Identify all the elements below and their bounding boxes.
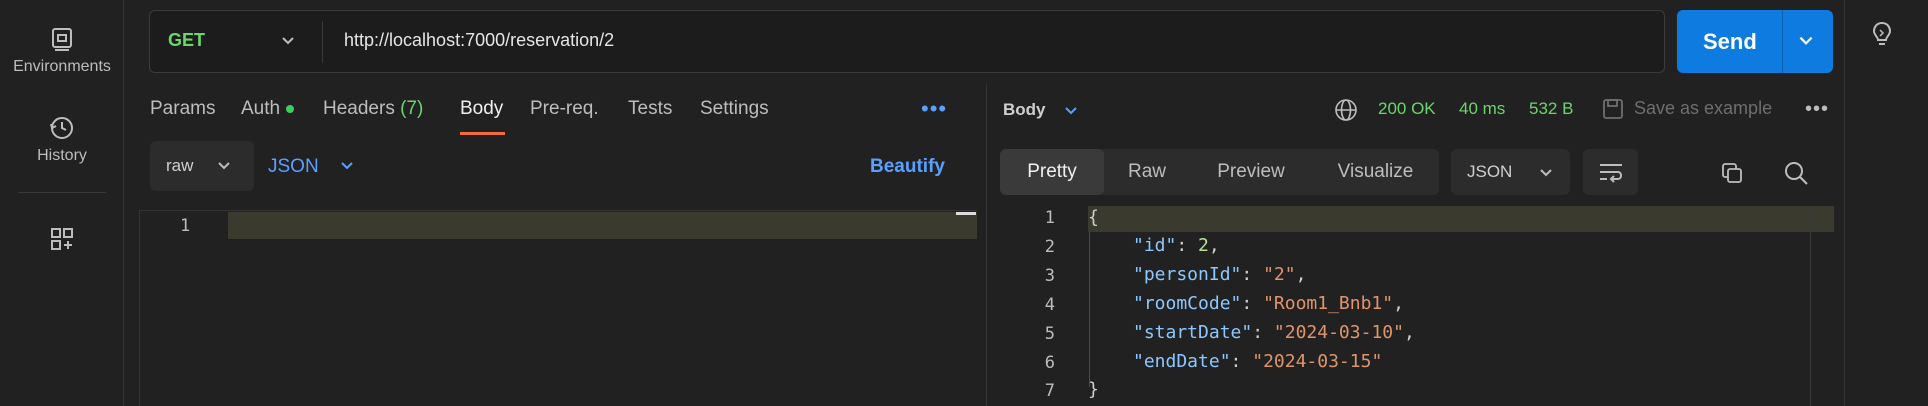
chevron-down-icon[interactable] xyxy=(1797,32,1815,50)
search-icon[interactable] xyxy=(1783,160,1809,186)
json-value: "2024-03-10" xyxy=(1273,322,1404,343)
tab-raw[interactable]: Raw xyxy=(1104,149,1190,195)
json-key: "endDate" xyxy=(1133,351,1231,372)
response-status[interactable]: 200 OK xyxy=(1378,99,1436,119)
tab-params[interactable]: Params xyxy=(150,98,215,120)
sidebar-item-configure[interactable] xyxy=(0,226,124,258)
sidebar-item-environments[interactable]: Environments xyxy=(0,26,124,76)
response-view-tabs: Pretty Raw Preview Visualize xyxy=(1000,149,1439,195)
tab-auth-label: Auth xyxy=(241,98,281,119)
body-format-select[interactable]: JSON xyxy=(268,156,319,178)
json-key: "personId" xyxy=(1133,264,1242,285)
lightbulb-icon[interactable] xyxy=(1869,20,1895,48)
line-number: 2 xyxy=(1044,237,1055,257)
tab-headers-label: Headers xyxy=(323,98,395,119)
editor-scrollbar[interactable] xyxy=(956,212,976,215)
editor-line-number: 1 xyxy=(180,216,191,236)
json-value: "2" xyxy=(1263,264,1296,285)
tab-headers[interactable]: Headers (7) xyxy=(323,98,423,120)
sidebar-item-history[interactable]: History xyxy=(0,115,124,165)
response-format-select[interactable]: JSON xyxy=(1451,149,1570,195)
response-time[interactable]: 40 ms xyxy=(1459,99,1505,119)
response-format-value: JSON xyxy=(1467,162,1513,181)
globe-icon[interactable] xyxy=(1334,98,1358,122)
json-key: "startDate" xyxy=(1133,322,1253,343)
json-value: "2024-03-15" xyxy=(1252,351,1383,372)
tab-visualize[interactable]: Visualize xyxy=(1312,149,1439,195)
code-line: "startDate": "2024-03-10", xyxy=(1133,322,1415,343)
code-line: } xyxy=(1088,379,1099,400)
line-number: 3 xyxy=(1044,266,1055,286)
tab-pretty[interactable]: Pretty xyxy=(1000,149,1104,195)
code-line: "endDate": "2024-03-15" xyxy=(1133,351,1383,372)
send-button[interactable]: Send xyxy=(1677,10,1833,73)
url-divider xyxy=(322,21,323,63)
chevron-down-icon xyxy=(218,162,230,170)
chevron-down-icon[interactable] xyxy=(280,33,296,49)
right-panel-divider xyxy=(1844,0,1845,406)
tab-tests[interactable]: Tests xyxy=(628,98,672,120)
chevron-down-icon[interactable] xyxy=(1063,103,1079,119)
json-comma: , xyxy=(1208,235,1220,256)
left-sidebar: Environments History xyxy=(0,0,124,406)
url-input[interactable]: http://localhost:7000/reservation/2 xyxy=(344,30,614,51)
beautify-button[interactable]: Beautify xyxy=(870,156,945,178)
line-number: 5 xyxy=(1044,324,1055,344)
json-comma: , xyxy=(1403,322,1415,343)
response-size[interactable]: 532 B xyxy=(1529,99,1573,119)
line-number: 4 xyxy=(1044,295,1055,315)
tab-settings[interactable]: Settings xyxy=(700,98,769,120)
history-icon xyxy=(50,117,73,139)
code-line: "personId": "2", xyxy=(1133,264,1307,285)
code-line: "id": 2, xyxy=(1133,235,1220,256)
json-comma: , xyxy=(1393,293,1404,314)
chevron-down-icon[interactable] xyxy=(339,158,355,174)
json-value: "Room1_Bnb1" xyxy=(1263,293,1394,314)
response-active-line xyxy=(1088,206,1834,232)
line-number: 7 xyxy=(1044,381,1055,401)
active-tab-indicator xyxy=(460,132,505,135)
headers-count: (7) xyxy=(400,98,424,119)
auth-status-dot xyxy=(286,104,295,113)
response-body-select[interactable]: Body xyxy=(1003,100,1046,120)
copy-icon[interactable] xyxy=(1720,161,1744,185)
tab-body[interactable]: Body xyxy=(460,98,503,120)
sidebar-divider xyxy=(18,192,106,193)
json-key: "id" xyxy=(1133,235,1177,256)
json-comma: , xyxy=(1295,264,1307,285)
body-mode-value: raw xyxy=(166,156,194,175)
save-icon xyxy=(1603,99,1623,119)
sidebar-item-label: History xyxy=(37,147,87,164)
environments-icon xyxy=(52,28,72,51)
pane-divider[interactable] xyxy=(986,84,987,406)
response-more-icon[interactable]: ••• xyxy=(1805,98,1829,121)
sidebar-item-label: Environments xyxy=(13,58,111,75)
send-button-label: Send xyxy=(1703,29,1757,54)
send-split-divider xyxy=(1782,10,1783,73)
line-number: 6 xyxy=(1044,353,1055,373)
editor-active-line xyxy=(228,212,977,239)
wrap-lines-icon xyxy=(1600,164,1622,183)
request-body-editor[interactable] xyxy=(139,210,977,406)
code-line: "roomCode": "Room1_Bnb1", xyxy=(1133,293,1404,314)
tab-preview[interactable]: Preview xyxy=(1190,149,1312,195)
json-key: "roomCode" xyxy=(1133,293,1242,314)
request-url-bar: GET http://localhost:7000/reservation/2 xyxy=(149,10,1665,73)
indent-guide xyxy=(1089,232,1090,387)
json-value: 2 xyxy=(1198,235,1209,256)
wrap-lines-button[interactable] xyxy=(1583,149,1638,195)
line-number: 1 xyxy=(1044,208,1055,228)
response-scrollbar-track[interactable] xyxy=(1810,206,1811,406)
method-select[interactable]: GET xyxy=(168,30,205,51)
add-workbench-icon xyxy=(51,228,73,250)
chevron-down-icon xyxy=(1540,169,1552,177)
request-more-icon[interactable]: ••• xyxy=(921,96,947,122)
code-line: { xyxy=(1088,207,1099,228)
tab-auth[interactable]: Auth xyxy=(241,98,295,120)
save-as-example-button[interactable]: Save as example xyxy=(1634,98,1772,119)
tab-prereq[interactable]: Pre-req. xyxy=(530,98,599,120)
body-mode-select[interactable]: raw xyxy=(150,141,254,191)
